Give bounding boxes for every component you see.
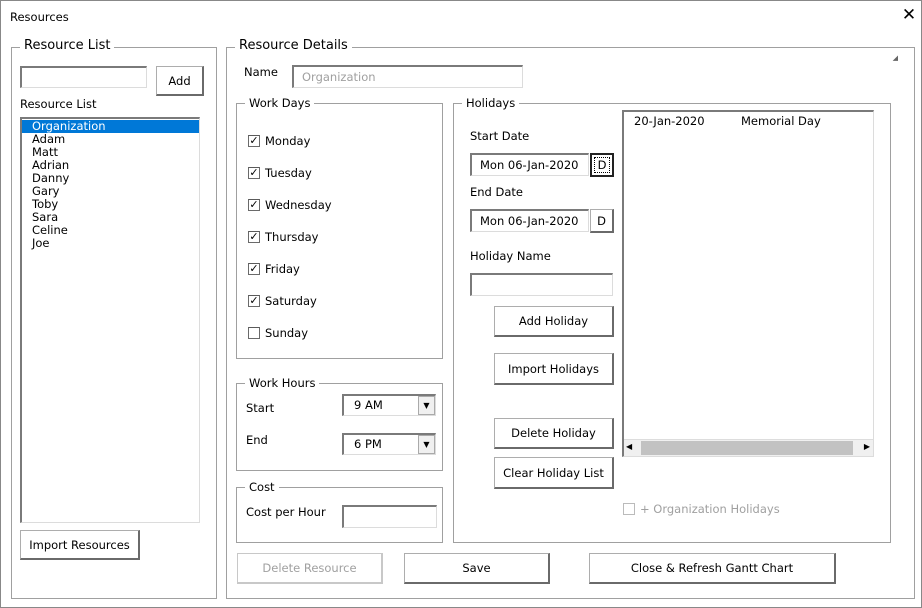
workday-checkbox-monday[interactable]: ✓ Monday (248, 134, 310, 148)
scroll-right-icon[interactable]: ▶ (864, 442, 870, 451)
start-hour-label: Start (246, 401, 275, 415)
resources-dialog: Resources ✕ Resource List Add Resource L… (0, 0, 922, 608)
checkbox-label: Monday (265, 134, 311, 148)
workday-checkbox-tuesday[interactable]: ✓ Tuesday (248, 166, 312, 180)
checkbox-label: Tuesday (265, 166, 312, 180)
workday-checkbox-friday[interactable]: ✓ Friday (248, 262, 300, 276)
cost-input[interactable] (342, 505, 437, 528)
end-hour-value: 6 PM (354, 437, 382, 451)
workday-checkbox-thursday[interactable]: ✓ Thursday (248, 230, 318, 244)
end-hour-select[interactable]: 6 PM ▼ (342, 433, 436, 455)
frame-title: Work Days (245, 95, 315, 111)
resize-grip-icon: ◢ (892, 54, 898, 62)
frame-title: Resource List (20, 38, 115, 54)
start-date-input[interactable]: Mon 06-Jan-2020 (470, 153, 589, 176)
import-resources-button[interactable]: Import Resources (20, 530, 140, 560)
frame-title: Holidays (462, 95, 520, 111)
checkbox-label: Friday (265, 262, 300, 276)
delete-holiday-button[interactable]: Delete Holiday (494, 418, 614, 449)
start-date-label: Start Date (470, 129, 530, 143)
end-date-label: End Date (470, 185, 523, 199)
checkbox-icon: ✓ (248, 294, 260, 307)
end-date-picker-button[interactable]: D (590, 209, 614, 233)
checkbox-icon: ✓ (248, 166, 260, 179)
scrollbar-thumb[interactable] (641, 441, 853, 455)
new-resource-input[interactable] (20, 66, 147, 88)
name-label: Name (244, 65, 278, 79)
chevron-down-icon[interactable]: ▼ (418, 435, 435, 454)
end-hour-label: End (246, 433, 268, 447)
checkbox-icon: ✓ (248, 230, 260, 243)
checkbox-label: Saturday (265, 294, 317, 308)
checkbox-icon: ✓ (248, 198, 260, 211)
resource-listbox[interactable]: Organization Adam Matt Adrian Danny Gary Toby S… (20, 117, 200, 523)
end-date-input[interactable]: Mon 06-Jan-2020 (470, 209, 589, 232)
resource-list-label: Resource List (20, 97, 97, 111)
organization-holidays-checkbox[interactable]: + Organization Holidays (623, 502, 780, 516)
close-refresh-button[interactable]: Close & Refresh Gantt Chart (589, 553, 836, 584)
checkbox-icon (248, 327, 260, 339)
name-input[interactable]: Organization (292, 65, 523, 88)
holiday-name-label: Holiday Name (470, 249, 551, 263)
holiday-list-row[interactable]: 20-Jan-2020 Memorial Day (624, 114, 873, 128)
checkbox-icon: ✓ (248, 134, 260, 147)
workday-checkbox-sunday[interactable]: Sunday (248, 326, 308, 340)
close-icon[interactable]: ✕ (899, 5, 919, 25)
checkbox-label: Thursday (265, 230, 319, 244)
cost-label: Cost per Hour (246, 505, 326, 519)
frame-title: Cost (245, 479, 279, 495)
resource-list-item[interactable]: Joe (22, 237, 199, 250)
holiday-listbox[interactable]: 20-Jan-2020 Memorial Day ◀ ▶ (622, 110, 874, 457)
save-button[interactable]: Save (404, 553, 550, 584)
start-hour-select[interactable]: 9 AM ▼ (342, 394, 436, 416)
horizontal-scrollbar[interactable]: ◀ ▶ (624, 439, 873, 456)
start-date-picker-button[interactable]: D (590, 153, 614, 177)
window-title: Resources (10, 10, 69, 24)
chevron-down-icon[interactable]: ▼ (418, 396, 435, 415)
add-holiday-button[interactable]: Add Holiday (494, 306, 614, 337)
start-hour-value: 9 AM (354, 398, 383, 412)
clear-holiday-list-button[interactable]: Clear Holiday List (494, 457, 614, 489)
checkbox-label: Wednesday (265, 198, 332, 212)
holiday-name: Memorial Day (741, 114, 821, 128)
workday-checkbox-wednesday[interactable]: ✓ Wednesday (248, 198, 332, 212)
checkbox-icon: ✓ (248, 262, 260, 275)
holiday-name-input[interactable] (470, 273, 613, 296)
scroll-left-icon[interactable]: ◀ (626, 442, 632, 451)
delete-resource-button[interactable]: Delete Resource (237, 553, 383, 584)
workday-checkbox-saturday[interactable]: ✓ Saturday (248, 294, 317, 308)
add-resource-button[interactable]: Add (156, 66, 204, 96)
checkbox-label: Sunday (265, 326, 309, 340)
holiday-date: 20-Jan-2020 (634, 114, 705, 128)
checkbox-label: + Organization Holidays (640, 502, 780, 516)
frame-title: Resource Details (235, 38, 352, 54)
frame-title: Work Hours (245, 375, 320, 391)
checkbox-icon (623, 503, 635, 515)
import-holidays-button[interactable]: Import Holidays (494, 353, 614, 385)
